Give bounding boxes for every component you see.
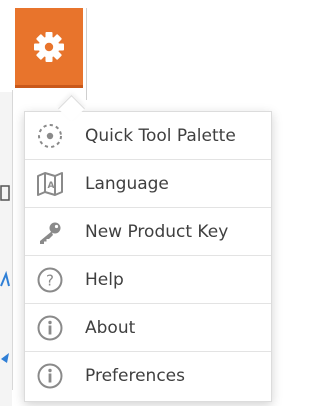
toolbar-divider	[86, 8, 87, 100]
quick-tool-palette-icon	[35, 121, 65, 151]
key-icon	[35, 217, 65, 247]
menu-item-label: Language	[85, 173, 169, 194]
toolbar-divider	[12, 90, 13, 390]
menu-item-help[interactable]: ? Help	[25, 256, 271, 304]
menu-item-label: Help	[85, 269, 124, 290]
menu-item-quick-tool-palette[interactable]: Quick Tool Palette	[25, 112, 271, 160]
menu-item-new-product-key[interactable]: New Product Key	[25, 208, 271, 256]
menu-item-label: About	[85, 317, 136, 338]
menu-item-label: Quick Tool Palette	[85, 125, 236, 146]
menu-item-about[interactable]: About	[25, 304, 271, 352]
gear-icon	[34, 31, 64, 62]
svg-text:?: ?	[46, 271, 54, 289]
settings-button[interactable]	[15, 8, 83, 88]
help-icon: ?	[35, 265, 65, 295]
menu-item-preferences[interactable]: Preferences	[25, 352, 271, 400]
app-window: Quick Tool Palette A Language New Produc…	[0, 0, 276, 406]
info-icon	[35, 361, 65, 391]
menu-item-label: New Product Key	[85, 221, 229, 242]
language-map-icon: A	[35, 169, 65, 199]
toolbar-fragment-icon	[1, 353, 9, 363]
info-icon	[35, 313, 65, 343]
svg-text:A: A	[48, 181, 55, 191]
menu-item-language[interactable]: A Language	[25, 160, 271, 208]
left-toolbar-strip	[0, 92, 12, 406]
toolbar-fragment-icon	[0, 185, 10, 201]
settings-menu: Quick Tool Palette A Language New Produc…	[24, 111, 272, 402]
toolbar-fragment-icon	[0, 270, 10, 287]
menu-item-label: Preferences	[85, 366, 185, 386]
